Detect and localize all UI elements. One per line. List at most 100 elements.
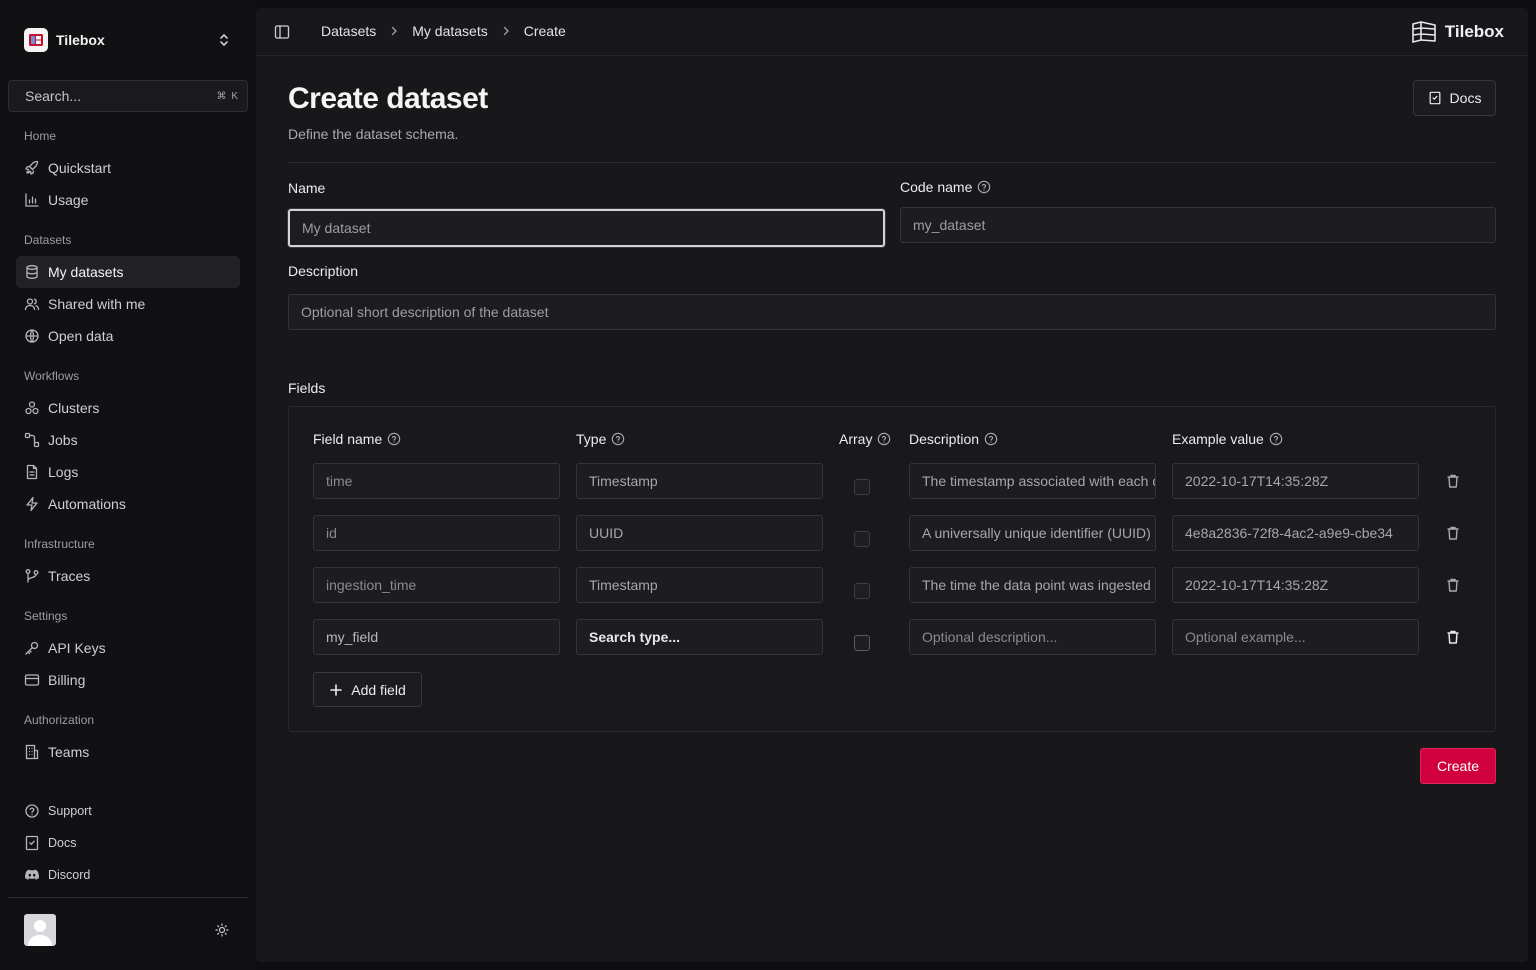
main-panel: Datasets My datasets Create Tilebox Crea… — [256, 8, 1528, 962]
docs-button[interactable]: Docs — [1413, 80, 1496, 116]
field-type-select[interactable]: Search type... — [576, 619, 823, 655]
field-type-value: Timestamp — [589, 473, 658, 489]
field-description-input: The timestamp associated with each data … — [909, 463, 1156, 499]
chevron-right-icon — [387, 24, 401, 38]
field-name-input[interactable]: my_field — [313, 619, 560, 655]
field-description-placeholder: Optional description... — [922, 629, 1058, 645]
avatar[interactable] — [24, 914, 56, 946]
field-type-select: Timestamp — [576, 567, 823, 603]
field-name-input: time — [313, 463, 560, 499]
name-label: Name — [288, 180, 326, 196]
sidebar-item-label: Teams — [48, 744, 90, 760]
bar-chart-icon — [24, 192, 40, 208]
sidebar-item-label: Traces — [48, 568, 91, 584]
description-input[interactable]: Optional short description of the datase… — [288, 294, 1496, 330]
search-input[interactable]: Search... ⌘ K — [8, 80, 248, 112]
header-type: Type — [576, 431, 625, 447]
array-checkbox — [854, 583, 870, 599]
sidebar-item-jobs[interactable]: Jobs — [16, 424, 240, 456]
field-type-placeholder: Search type... — [589, 629, 681, 645]
sidebar-item-billing[interactable]: Billing — [16, 664, 240, 696]
building-icon — [24, 744, 40, 760]
trash-icon — [1445, 473, 1461, 489]
sidebar-item-traces[interactable]: Traces — [16, 560, 240, 592]
help-circle-icon[interactable] — [1269, 432, 1283, 446]
breadcrumb-my-datasets[interactable]: My datasets — [412, 23, 487, 39]
array-checkbox[interactable] — [854, 635, 870, 651]
sidebar-item-label: Support — [48, 804, 92, 818]
section-infrastructure: Infrastructure — [24, 537, 95, 551]
sidebar-item-support[interactable]: Support — [16, 795, 240, 827]
brand-name: Tilebox — [1444, 22, 1504, 41]
sidebar-item-my-datasets[interactable]: My datasets — [16, 256, 240, 288]
tilebox-logo-icon — [1411, 20, 1437, 44]
search-shortcut: ⌘ K — [216, 90, 239, 102]
section-authorization: Authorization — [24, 713, 95, 727]
field-name-value: ingestion_time — [326, 577, 417, 593]
trash-icon[interactable] — [1445, 629, 1461, 645]
code-name-label: Code name — [900, 179, 991, 195]
name-placeholder: My dataset — [302, 220, 371, 236]
sidebar: Tilebox Search... ⌘ K Home Quickstart Us… — [0, 0, 256, 970]
header-array-text: Array — [839, 431, 873, 447]
lightning-icon — [24, 496, 40, 512]
sidebar-item-teams[interactable]: Teams — [16, 736, 240, 768]
help-circle-icon[interactable] — [877, 432, 891, 446]
sidebar-item-shared-with-me[interactable]: Shared with me — [16, 288, 240, 320]
page-subtitle: Define the dataset schema. — [288, 126, 459, 142]
sidebar-item-discord[interactable]: Discord — [16, 859, 240, 891]
sidebar-item-label: Discord — [48, 868, 91, 882]
sidebar-item-logs[interactable]: Logs — [16, 456, 240, 488]
header-field-name-text: Field name — [313, 431, 383, 447]
sidebar-item-label: Open data — [48, 328, 114, 344]
create-button[interactable]: Create — [1420, 748, 1496, 784]
sidebar-item-api-keys[interactable]: API Keys — [16, 632, 240, 664]
sidebar-item-automations[interactable]: Automations — [16, 488, 240, 520]
description-label: Description — [288, 263, 359, 279]
sidebar-item-quickstart[interactable]: Quickstart — [16, 152, 240, 184]
sidebar-item-clusters[interactable]: Clusters — [16, 392, 240, 424]
section-settings: Settings — [24, 609, 68, 623]
help-circle-icon[interactable] — [977, 180, 991, 194]
field-example-input: 4e8a2836-72f8-4ac2-a9e9-cbe34 — [1172, 515, 1419, 551]
help-circle-icon[interactable] — [387, 432, 401, 446]
users-icon — [24, 296, 40, 312]
field-type-select: UUID — [576, 515, 823, 551]
name-input[interactable]: My dataset — [288, 209, 885, 247]
credit-card-icon — [24, 672, 40, 688]
help-circle-icon[interactable] — [611, 432, 625, 446]
field-description-input[interactable]: Optional description... — [909, 619, 1156, 655]
code-name-label-text: Code name — [900, 179, 973, 195]
field-description-input: A universally unique identifier (UUID) — [909, 515, 1156, 551]
field-name-value: time — [326, 473, 353, 489]
org-logo-icon — [24, 28, 48, 52]
sun-icon[interactable] — [214, 922, 230, 938]
search-placeholder: Search... — [25, 88, 82, 104]
sidebar-item-label: Logs — [48, 464, 79, 480]
database-icon — [24, 264, 40, 280]
array-checkbox — [854, 531, 870, 547]
field-name-input: id — [313, 515, 560, 551]
sidebar-item-label: Billing — [48, 672, 86, 688]
sidebar-item-open-data[interactable]: Open data — [16, 320, 240, 352]
sidebar-item-label: Automations — [48, 496, 126, 512]
help-circle-icon[interactable] — [984, 432, 998, 446]
code-name-input[interactable]: my_dataset — [900, 207, 1496, 243]
sidebar-item-docs[interactable]: Docs — [16, 827, 240, 859]
field-description-input: The time the data point was ingested — [909, 567, 1156, 603]
code-name-placeholder: my_dataset — [913, 217, 986, 233]
header-type-text: Type — [576, 431, 607, 447]
field-type-select: Timestamp — [576, 463, 823, 499]
org-switcher[interactable]: Tilebox — [16, 22, 240, 58]
sidebar-item-usage[interactable]: Usage — [16, 184, 240, 216]
add-field-button[interactable]: Add field — [313, 672, 422, 707]
array-checkbox — [854, 479, 870, 495]
sidebar-item-label: Clusters — [48, 400, 100, 416]
breadcrumb-datasets[interactable]: Datasets — [321, 23, 376, 39]
header-description: Description — [909, 431, 998, 447]
field-description-value: A universally unique identifier (UUID) — [922, 525, 1151, 541]
field-description-value: The time the data point was ingested — [922, 577, 1151, 593]
org-name: Tilebox — [56, 32, 105, 48]
sidebar-toggle-icon[interactable] — [274, 24, 290, 40]
field-example-input[interactable]: Optional example... — [1172, 619, 1419, 655]
